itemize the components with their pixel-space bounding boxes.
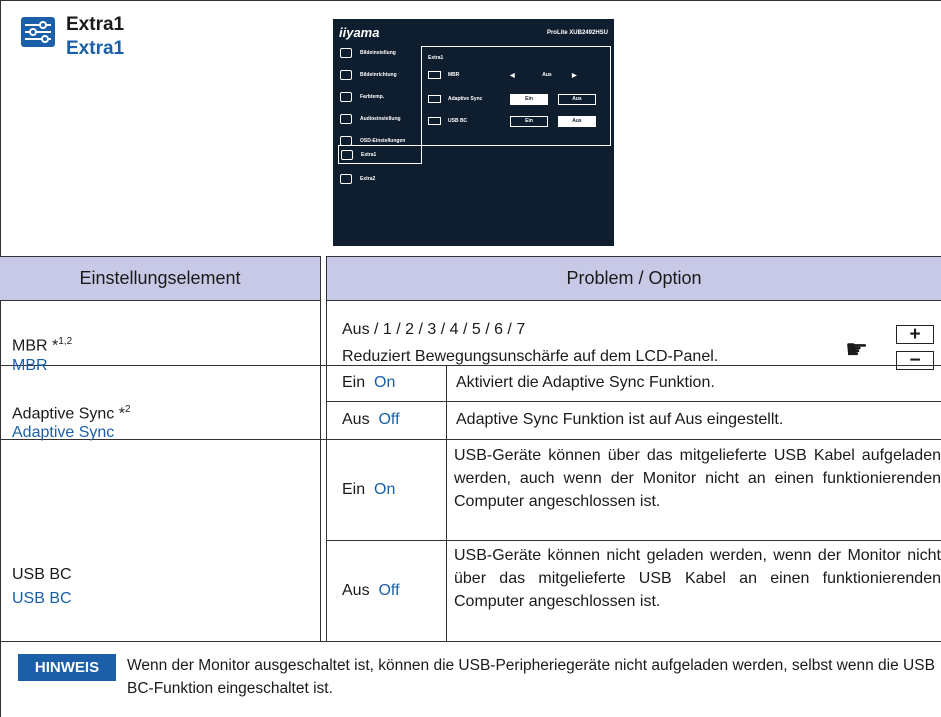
osd-menu-item: Audioeinstellung: [338, 111, 420, 127]
osd-off-button: Aus: [558, 93, 596, 105]
hint-text: Wenn der Monitor ausgeschaltet ist, könn…: [127, 657, 935, 697]
osd-on-button: Ein: [510, 93, 548, 105]
osd-menu-item: Bildeinrichtung: [338, 67, 420, 83]
minus-button-icon: −: [896, 350, 934, 371]
osd-on-button: Ein: [510, 115, 548, 127]
row-divider: [326, 401, 941, 402]
column-header-setting: Einstellungselement: [0, 256, 320, 301]
setting-usb-bc: USB BC: [12, 566, 72, 583]
page-title: Extra1: [66, 14, 125, 35]
extra1-icon: [341, 149, 353, 160]
option-off-description: USB-Geräte können nicht geladen werden, …: [454, 547, 941, 610]
adaptive-sync-icon: [428, 95, 441, 103]
osd-panel-title: Extra1: [428, 55, 444, 61]
option-off: Aus Off: [342, 411, 400, 428]
divider: [320, 256, 321, 641]
osd-menu-item: Farbtemp.: [338, 89, 420, 105]
option-on-description: Aktiviert die Adaptive Sync Funktion.: [456, 374, 715, 391]
option-on-description: USB-Geräte können über das mitgelieferte…: [454, 447, 941, 510]
osd-off-button: Aus: [558, 115, 596, 127]
row-divider: [0, 439, 941, 440]
left-arrow-icon: ◀: [510, 72, 515, 79]
row-divider: [326, 540, 941, 541]
option-on: Ein On: [342, 481, 396, 498]
osd-model: ProLite XUB2492HSU: [546, 30, 608, 36]
mbr-options: Aus / 1 / 2 / 3 / 4 / 5 / 6 / 7: [342, 321, 526, 338]
option-off: Aus Off: [342, 582, 400, 599]
setting-mbr-en: MBR: [12, 357, 48, 374]
divider: [446, 365, 447, 641]
row-divider: [0, 641, 941, 642]
page-subtitle: Extra1: [66, 38, 125, 59]
osd-menu-item-selected: Extra1: [338, 145, 422, 164]
osd-screenshot: iiyama ProLite XUB2492HSU Bildeinstellun…: [333, 19, 614, 246]
top-border: [0, 0, 941, 1]
osd-row-mbr: MBR ◀ Aus ▶: [428, 69, 606, 81]
picture-adjust-icon: [340, 70, 352, 80]
column-header-option: Problem / Option: [327, 256, 941, 301]
osd-menu-item: Extra2: [338, 171, 420, 187]
plus-button-icon: +: [896, 324, 934, 345]
osd-row-adaptive: Adaptive Sync Ein Aus: [428, 93, 606, 105]
option-on: Ein On: [342, 374, 396, 391]
right-arrow-icon: ▶: [572, 72, 577, 79]
usb-icon: [428, 117, 441, 125]
divider: [326, 256, 327, 641]
setting-usb-bc-en: USB BC: [12, 590, 72, 607]
mbr-description: Reduziert Bewegungsunschärfe auf dem LCD…: [342, 348, 719, 365]
setting-adaptive-sync-en: Adaptive Sync: [12, 424, 115, 441]
pointing-hand-icon: ☛: [845, 334, 869, 364]
option-off-description: Adaptive Sync Funktion ist auf Aus einge…: [456, 411, 784, 428]
hint-badge: HINWEIS: [18, 654, 116, 681]
brightness-icon: [340, 48, 352, 58]
mbr-icon: [428, 71, 441, 79]
osd-logo: iiyama: [339, 25, 380, 40]
osd-menu-item: Bildeinstellung: [338, 45, 420, 61]
extra2-icon: [340, 174, 352, 184]
osd-row-usb: USB BC Ein Aus: [428, 115, 606, 127]
color-temp-icon: [340, 92, 352, 102]
extra-settings-icon: [21, 17, 55, 47]
osd-panel: Extra1 MBR ◀ Aus ▶ Adaptive Sync Ein Aus…: [421, 46, 611, 146]
audio-icon: [340, 114, 352, 124]
